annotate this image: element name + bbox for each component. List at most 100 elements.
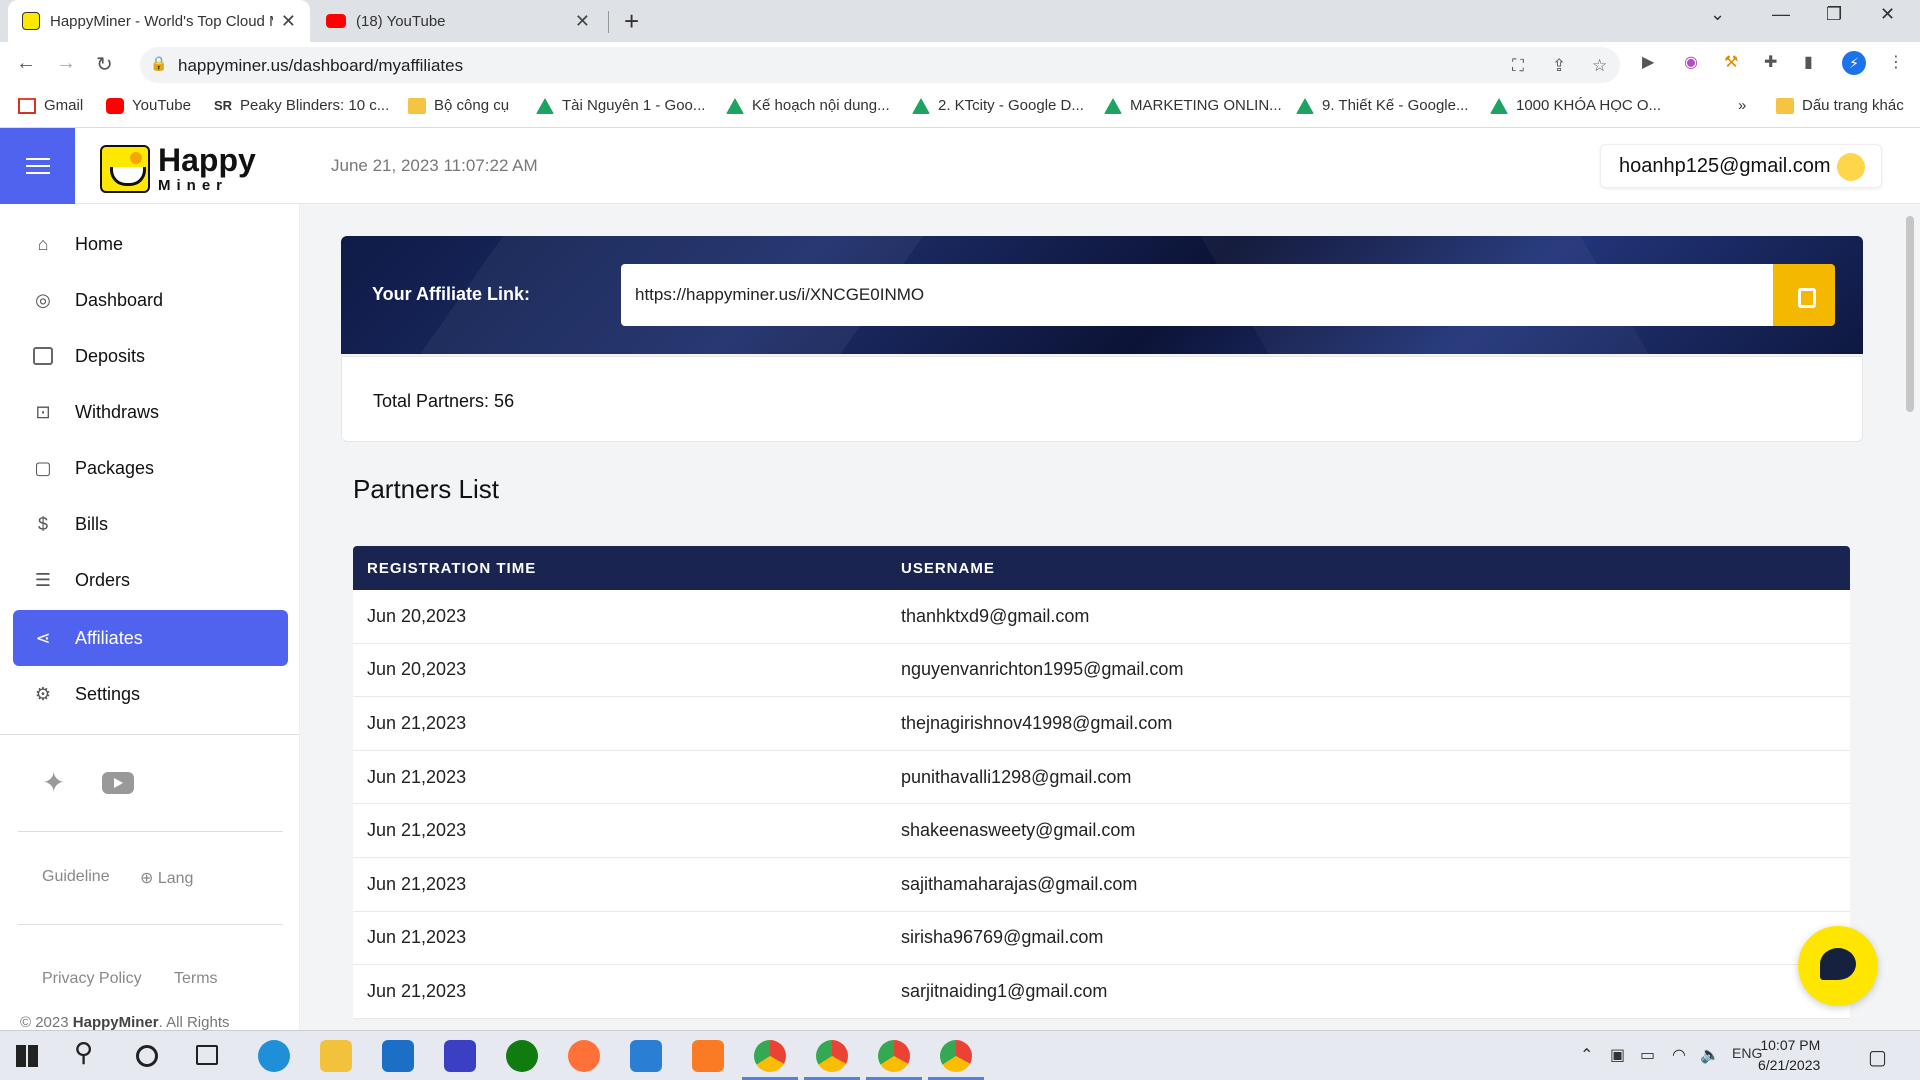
search-icon[interactable]: ⚲ [74, 1037, 106, 1069]
extension-tool-icon[interactable]: ⚒ [1724, 52, 1738, 72]
lock-icon: 🔒 [150, 55, 168, 71]
sidebar-item-deposits[interactable]: Deposits [13, 328, 288, 384]
tray-chevron-icon[interactable]: ⌃ [1580, 1045, 1593, 1065]
xampp-icon[interactable] [692, 1040, 724, 1072]
page-scrollbar[interactable] [1906, 216, 1914, 412]
bookmark-ke-hoach[interactable]: Kế hoạch nội dung... [726, 97, 890, 114]
bookmark-youtube[interactable]: YouTube [106, 97, 191, 114]
file-explorer-icon[interactable] [320, 1040, 352, 1072]
cash-icon: ⊡ [35, 401, 51, 422]
bookmark-bo-cong-cu[interactable]: Bộ công cụ [408, 97, 509, 114]
sidebar-item-orders[interactable]: ☰ Orders [13, 552, 288, 608]
bookmark-ktcity[interactable]: 2. KTcity - Google D... [912, 97, 1084, 114]
sidebar-item-packages[interactable]: ▢ Packages [13, 440, 288, 496]
privacy-policy-link[interactable]: Privacy Policy [42, 970, 142, 988]
address-bar[interactable]: 🔒 happyminer.us/dashboard/myaffiliates ⛶… [140, 47, 1620, 83]
extension-play-icon[interactable]: ▶ [1642, 52, 1654, 72]
sidebar-item-label: Orders [75, 569, 131, 590]
guideline-link[interactable]: Guideline [42, 868, 110, 886]
chrome-icon[interactable] [816, 1040, 848, 1072]
chrome-icon[interactable] [878, 1040, 910, 1072]
drive-icon [1104, 97, 1122, 114]
tab-separator [608, 11, 609, 33]
mail-icon[interactable] [382, 1040, 414, 1072]
profile-bolt-icon[interactable]: ⚡ [1842, 51, 1866, 75]
home-icon: ⌂ [37, 233, 49, 254]
app-blue-icon[interactable] [444, 1040, 476, 1072]
user-menu[interactable]: hoanhp125@gmail.com [1600, 144, 1882, 188]
window-close-icon[interactable]: ✕ [1880, 4, 1895, 25]
sidebar-item-bills[interactable]: $ Bills [13, 496, 288, 552]
bookmark-thiet-ke[interactable]: 9. Thiết Kế - Google... [1296, 97, 1468, 114]
back-icon[interactable]: ← [16, 52, 36, 75]
clock-time: 10:07 PM [1760, 1037, 1821, 1053]
sidebar-divider [18, 924, 283, 925]
extensions-puzzle-icon[interactable]: ✚ [1764, 52, 1777, 72]
copy-link-button[interactable] [1773, 264, 1835, 326]
chrome-icon[interactable] [940, 1040, 972, 1072]
forward-icon[interactable]: → [56, 52, 76, 75]
sidebar-item-dashboard[interactable]: ◎ Dashboard [13, 272, 288, 328]
user-email: hoanhp125@gmail.com [1619, 154, 1831, 177]
xbox-icon[interactable] [506, 1040, 538, 1072]
tab-search-chevron-icon[interactable]: ⌄ [1710, 4, 1725, 25]
logo-text-miner: Miner [158, 177, 229, 194]
username: sajithamaharajas@gmail.com [901, 873, 1138, 894]
task-view-icon[interactable] [196, 1045, 218, 1065]
system-clock[interactable]: 10:07 PM 6/21/2023 [1758, 1035, 1820, 1075]
browser-menu-icon[interactable]: ⋮ [1888, 52, 1904, 72]
registration-time: Jun 21,2023 [367, 927, 467, 948]
sidebar-item-home[interactable]: ⌂ Home [13, 216, 288, 272]
lang-switcher[interactable]: ⊕ Lang [140, 868, 193, 888]
bill-icon: $ [37, 513, 48, 534]
wifi-icon[interactable]: ◠ [1672, 1045, 1686, 1065]
firefox-icon[interactable] [568, 1040, 600, 1072]
windows-start-icon[interactable] [16, 1045, 38, 1067]
affiliate-link-field[interactable]: https://happyminer.us/i/XNCGE0INMO [621, 264, 1773, 326]
sidebar-item-withdraws[interactable]: ⊡ Withdraws [13, 384, 288, 440]
chat-support-button[interactable] [1798, 926, 1878, 1006]
sidebar-item-settings[interactable]: ⚙ Settings [13, 666, 288, 722]
bookmarks-overflow-icon[interactable]: » [1738, 97, 1746, 114]
side-panel-icon[interactable]: ▮ [1804, 52, 1813, 72]
minimize-icon[interactable]: — [1772, 4, 1790, 25]
username: thanhktxd9@gmail.com [901, 605, 1090, 626]
bookmark-star-icon[interactable]: ☆ [1592, 56, 1607, 76]
youtube-social-icon[interactable] [102, 772, 134, 794]
terms-link[interactable]: Terms [174, 970, 218, 988]
new-tab-icon[interactable]: + [624, 6, 639, 37]
battery-icon[interactable]: ▭ [1640, 1045, 1655, 1065]
maximize-icon[interactable]: ❐ [1826, 4, 1842, 25]
tab-youtube[interactable]: (18) YouTube ✕ [312, 0, 604, 42]
browser-toolbar: ← → ↻ 🔒 happyminer.us/dashboard/myaffili… [0, 42, 1920, 88]
edge-icon[interactable] [258, 1040, 290, 1072]
tab-close-icon[interactable]: ✕ [575, 11, 590, 32]
bookmark-other[interactable]: Dấu trang khác [1776, 97, 1904, 114]
bookmark-marketing[interactable]: MARKETING ONLIN... [1104, 97, 1282, 114]
youtube-favicon-icon [326, 14, 346, 28]
sidebar-item-affiliates[interactable]: ⋖ Affiliates [13, 610, 288, 666]
translate-icon[interactable]: ⛶ [1512, 56, 1524, 76]
menu-toggle-button[interactable] [0, 128, 75, 204]
tab-close-icon[interactable]: ✕ [281, 11, 296, 32]
happyminer-logo[interactable]: Happy Miner [100, 144, 256, 193]
reload-icon[interactable]: ↻ [96, 52, 113, 77]
notifications-icon[interactable]: ▢ [1868, 1045, 1887, 1070]
share-page-icon[interactable]: ⇪ [1552, 56, 1566, 76]
cortana-icon[interactable] [136, 1045, 158, 1067]
twitter-icon[interactable]: ✦ [42, 766, 65, 799]
bookmark-peaky-blinders[interactable]: SR Peaky Blinders: 10 c... [214, 97, 389, 114]
bookmark-1000-khoa-hoc[interactable]: 1000 KHÓA HỌC O... [1490, 97, 1661, 114]
happyminer-favicon-icon [22, 12, 40, 30]
meet-icon[interactable]: ▣ [1610, 1045, 1625, 1065]
bookmark-tai-nguyen[interactable]: Tài Nguyên 1 - Goo... [536, 97, 705, 114]
extension-broadcast-icon[interactable]: ◉ [1684, 52, 1698, 72]
tab-happyminer[interactable]: HappyMiner - World's Top Cloud Mining ✕ [8, 0, 310, 42]
volume-icon[interactable]: 🔈 [1700, 1045, 1720, 1065]
chrome-icon[interactable] [754, 1040, 786, 1072]
username: shakeenasweety@gmail.com [901, 820, 1136, 841]
vscode-icon[interactable] [630, 1040, 662, 1072]
bookmark-gmail[interactable]: Gmail [18, 97, 83, 114]
url-text: happyminer.us/dashboard/myaffiliates [178, 56, 464, 75]
browser-tab-bar: HappyMiner - World's Top Cloud Mining ✕ … [0, 0, 1920, 42]
